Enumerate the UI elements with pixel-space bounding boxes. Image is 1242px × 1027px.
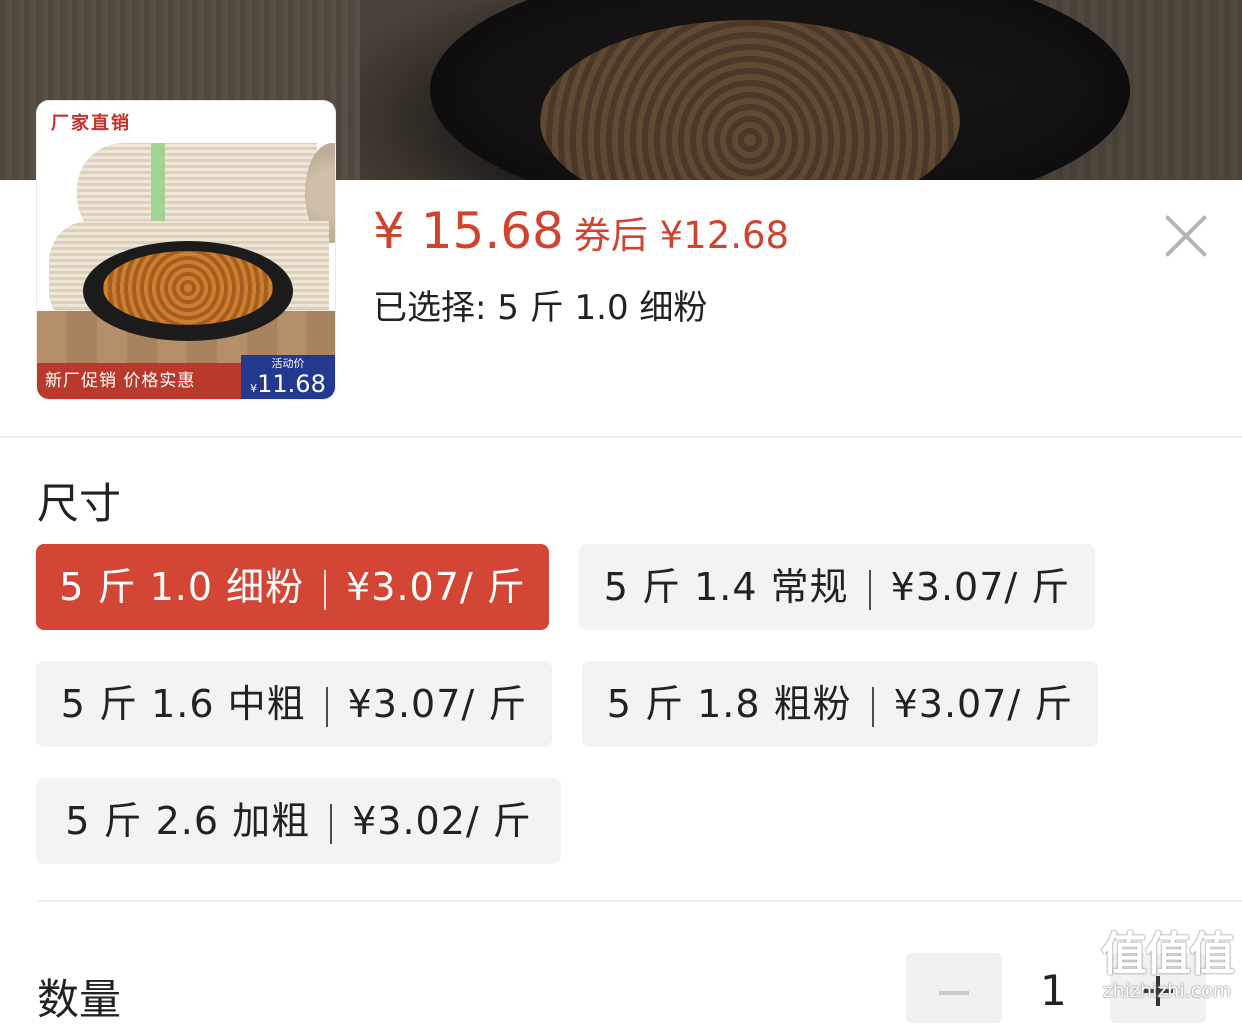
size-option-name: 5 斤 1.6 中粗 [60,682,306,726]
size-option-name: 5 斤 1.8 粗粉 [606,682,852,726]
product-price: ¥ 15.68 [373,202,564,260]
price-row: ¥ 15.68 券后 ¥12.68 [373,202,789,260]
activity-price-label: 活动价 [271,357,305,370]
size-option[interactable]: 5 斤 1.6 中粗 ¥3.07/ 斤 [36,661,552,747]
watermark-logo: 值值值 [1101,927,1235,981]
size-option-name: 5 斤 1.0 细粉 [59,565,305,609]
size-option-name: 5 斤 1.4 常规 [603,565,849,609]
size-option[interactable]: 5 斤 2.6 加粗 ¥3.02/ 斤 [36,778,561,864]
separator [325,686,328,727]
separator [868,569,871,610]
watermark-url: zhizhizhi.com [1102,980,1232,1002]
thumb-bottom-promo: 新厂促销 价格实惠 [37,363,241,399]
size-option[interactable]: 5 斤 1.4 常规 ¥3.07/ 斤 [579,544,1095,630]
quantity-section-title: 数量 [37,975,122,1024]
divider [37,900,1242,902]
separator [871,686,874,727]
activity-price-value: ¥11.68 [250,370,326,398]
divider [0,436,1242,438]
size-option-price: ¥3.07/ 斤 [893,682,1074,726]
thumb-top-promo: 厂家直销 [51,113,131,134]
coupon-price: 券后 ¥12.68 [573,214,790,257]
size-option-price: ¥3.07/ 斤 [890,565,1071,609]
activity-price-badge: 活动价 ¥11.68 [241,355,335,399]
decrease-quantity-button[interactable] [906,953,1002,1023]
quantity-value[interactable]: 1 [1040,966,1067,1015]
size-option-price: ¥3.07/ 斤 [346,565,526,609]
separator [330,803,333,844]
product-thumbnail[interactable]: 厂家直销 新厂促销 价格实惠 活动价 ¥11.68 [37,101,335,399]
size-option-price: ¥3.02/ 斤 [352,799,532,843]
size-section-title: 尺寸 [37,479,122,528]
size-option-name: 5 斤 2.6 加粗 [65,799,311,843]
watermark: 值值值 zhizhizhi.com [1092,928,1242,1010]
close-icon[interactable] [1164,214,1208,258]
size-option[interactable]: 5 斤 1.8 粗粉 ¥3.07/ 斤 [582,661,1098,747]
noodle-dish-image [103,251,273,325]
size-option-price: ¥3.07/ 斤 [347,682,528,726]
selected-variant-text: 已选择: 5 斤 1.0 细粉 [373,288,708,328]
separator [324,569,327,610]
size-option[interactable]: 5 斤 1.0 细粉 ¥3.07/ 斤 [36,544,549,630]
